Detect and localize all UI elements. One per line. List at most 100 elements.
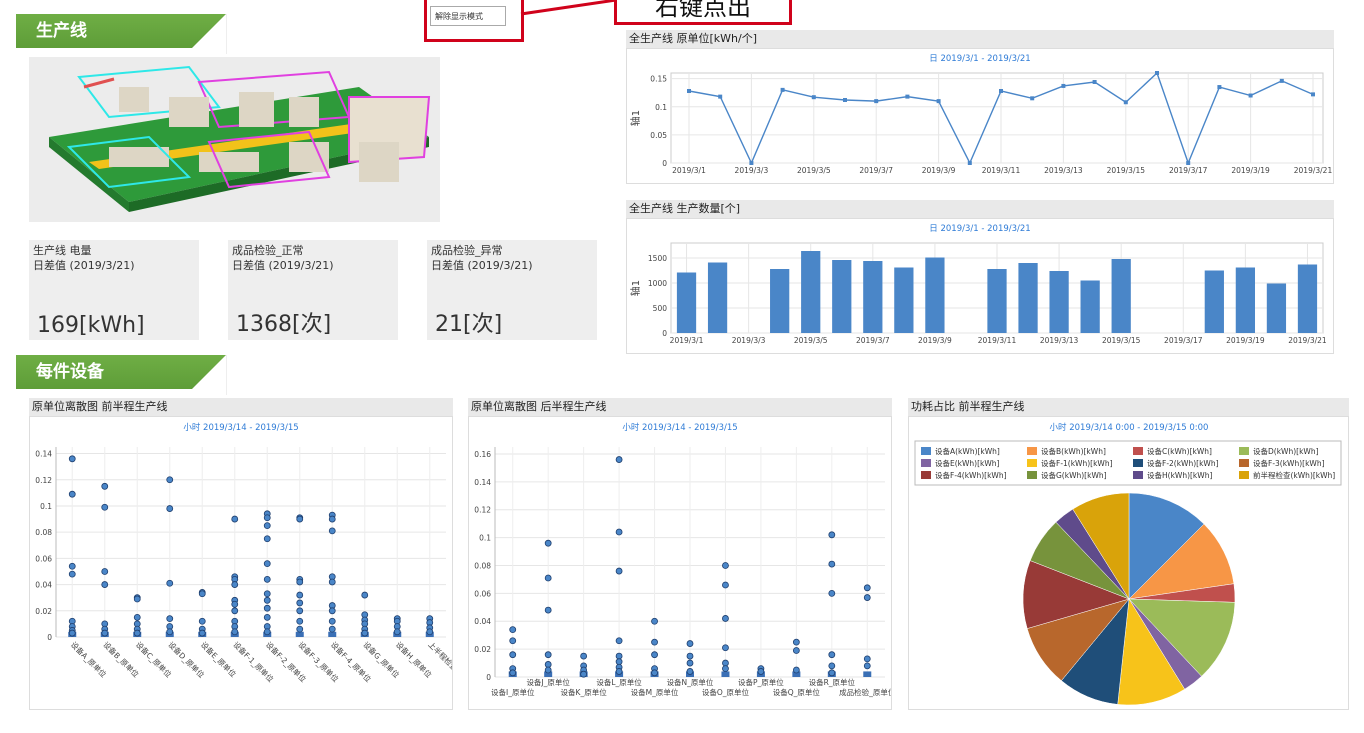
data-point (580, 652, 588, 660)
x-tick-label: 2019/3/13 (1040, 336, 1079, 345)
legend-label: 前半程检查(kWh)[kWh] (1253, 470, 1335, 480)
scatter1-title: 原单位离散图 前半程生产线 (29, 398, 453, 416)
callout-label: 右键点出 (614, 0, 792, 25)
data-point (68, 455, 76, 463)
data-point (68, 629, 76, 637)
bar (894, 267, 914, 333)
data-point (509, 626, 517, 634)
legend-swatch (1133, 471, 1143, 479)
y-tick-label: 0.02 (35, 607, 52, 616)
kpi-card-power: 生产线 电量 日差值 (2019/3/21) 169[kWh] (29, 240, 199, 340)
callout-arrow (520, 0, 617, 16)
section-banner-line: 生产线 (16, 14, 226, 48)
data-point (615, 528, 623, 536)
x-tick-label: 2019/3/1 (672, 166, 706, 175)
data-point (544, 574, 552, 582)
data-point (166, 505, 174, 512)
data-point (999, 89, 1003, 93)
data-point (231, 607, 239, 615)
scatter2-chart: 小时 2019/3/14 - 2019/3/15 0 0.02 0.04 0.06 0.0… (474, 422, 896, 697)
data-point (722, 562, 729, 569)
x-tick-label: 2019/3/7 (856, 336, 890, 345)
legend-swatch (1027, 459, 1037, 467)
data-point (863, 655, 871, 663)
data-point (722, 581, 729, 589)
box (295, 631, 304, 637)
data-point (828, 531, 836, 539)
data-point (811, 95, 816, 100)
x-tick-label: 2019/3/17 (1169, 166, 1208, 175)
qty-bar-chart: 日 2019/3/1 - 2019/3/21 0 500 1000 1500 轴1 2019… (629, 224, 1327, 345)
y-tick-label: 0.06 (35, 554, 52, 563)
data-point (615, 637, 623, 645)
bar (707, 262, 728, 333)
scatter1-panel: 小时 2019/3/14 - 2019/3/15 0 0.02 0.04 0.06 0.0… (29, 416, 479, 710)
data-point (718, 94, 723, 99)
data-point (615, 668, 623, 675)
data-point (263, 590, 271, 598)
data-point (328, 578, 336, 586)
legend-swatch (1133, 459, 1143, 467)
x-tick-label: 设备M_原单位 (631, 687, 679, 697)
data-point (580, 670, 588, 678)
x-tick-label: 2019/3/11 (978, 336, 1017, 345)
legend-label: 设备F-3(kWh)[kWh] (1253, 458, 1325, 468)
legend-label: 设备A(kWh)[kWh] (935, 446, 1000, 456)
legend-swatch (1027, 447, 1037, 455)
kpi-title: 生产线 电量 (33, 244, 92, 257)
x-tick-label: 设备Q_原单位 (773, 687, 821, 697)
pie-panel: 小时 2019/3/14 0:00 - 2019/3/15 0:00 设备A(kW… (908, 416, 1349, 710)
data-point (780, 87, 785, 92)
y-tick-label: 1500 (648, 254, 667, 263)
x-tick-label: 设备K_原单位 (561, 687, 608, 697)
data-point (68, 490, 76, 498)
legend-swatch (1027, 471, 1037, 479)
scatter2-panel: 小时 2019/3/14 - 2019/3/15 0 0.02 0.04 0.06 0.0… (468, 416, 896, 710)
data-point (828, 669, 836, 677)
data-point (231, 600, 239, 608)
data-point (426, 628, 434, 636)
legend-swatch (921, 459, 931, 467)
data-point (133, 595, 141, 603)
scatter2-title: 原单位离散图 后半程生产线 (468, 398, 892, 416)
data-point (792, 638, 800, 646)
data-point (101, 581, 109, 588)
legend-label: 设备F-4(kWh)[kWh] (935, 470, 1007, 480)
data-point (757, 668, 765, 675)
y-tick-label: 1000 (648, 279, 667, 288)
kpi-subtitle: 日差值 (2019/3/21) (232, 259, 334, 272)
data-point (328, 527, 336, 535)
chart-subtitle: 小时 2019/3/14 - 2019/3/15 (183, 422, 298, 433)
data-point (263, 613, 271, 621)
box (721, 671, 730, 677)
factory-3d-image (29, 57, 440, 222)
data-point (792, 647, 800, 654)
data-point (509, 669, 517, 677)
data-point (843, 98, 847, 102)
x-tick-label: 设备N_原单位 (667, 677, 714, 687)
data-point (615, 658, 623, 666)
data-point (828, 651, 836, 659)
data-point (1123, 100, 1128, 105)
y-tick-label: 0.04 (474, 617, 491, 626)
data-point (544, 606, 552, 614)
y-tick-label: 0.12 (474, 506, 491, 515)
context-menu-item[interactable]: 解除显示模式 (430, 6, 506, 26)
data-point (1217, 85, 1222, 90)
bar (832, 260, 852, 333)
bar (1297, 264, 1318, 333)
legend-label: 设备F-1(kWh)[kWh] (1041, 458, 1113, 468)
x-tick-label: 2019/3/3 (732, 336, 766, 345)
y-tick-label: 0.12 (35, 476, 52, 485)
data-point (544, 539, 552, 547)
data-point (101, 629, 109, 637)
data-point (509, 637, 517, 645)
chart-subtitle: 小时 2019/3/14 - 2019/3/15 (622, 422, 737, 433)
data-point (722, 659, 729, 667)
bar (1266, 283, 1287, 333)
data-point (328, 617, 336, 625)
legend-label: 设备D(kWh)[kWh] (1253, 446, 1319, 456)
data-point (686, 659, 694, 667)
data-point (687, 89, 691, 93)
data-point (651, 617, 658, 625)
